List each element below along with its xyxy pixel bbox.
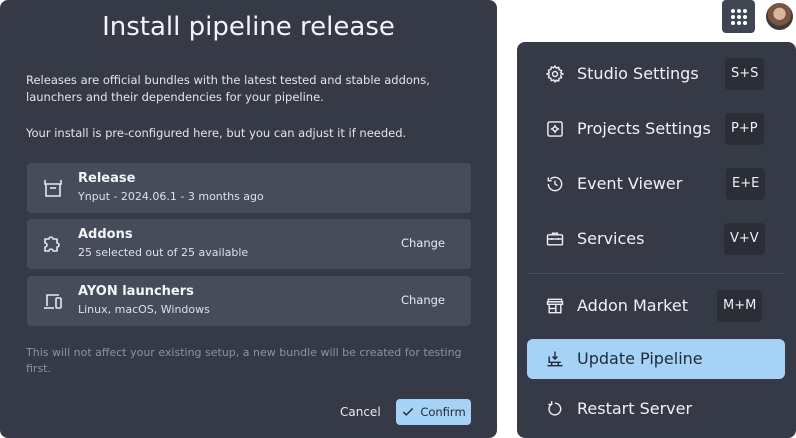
apps-menu: Studio Settings S+S Projects Settings P+… <box>517 42 796 438</box>
apps-grid-icon <box>730 8 747 25</box>
restart-icon <box>545 399 565 419</box>
apps-menu-button[interactable] <box>722 0 755 33</box>
addons-title: Addons <box>78 227 133 242</box>
release-title: Release <box>78 171 136 186</box>
release-row: Release Ynput - 2024.06.1 - 3 months ago <box>27 163 471 213</box>
footnote: This will not affect your existing setup… <box>26 346 462 375</box>
menu-item-label: Restart Server <box>577 399 693 418</box>
confirm-label: Confirm <box>420 405 466 419</box>
cancel-button[interactable]: Cancel <box>334 399 387 425</box>
shortcut-badge: E+E <box>726 168 766 200</box>
shortcut-badge: P+P <box>725 113 764 145</box>
menu-item-services[interactable]: Services V+V <box>527 219 785 259</box>
check-icon <box>403 408 414 416</box>
project-settings-icon <box>545 119 565 139</box>
menu-item-addon-market[interactable]: Addon Market M+M <box>527 286 785 326</box>
shortcut-badge: V+V <box>724 223 765 255</box>
gear-icon <box>545 64 565 84</box>
change-launchers-button[interactable]: Change <box>401 293 445 307</box>
user-avatar[interactable] <box>766 3 793 30</box>
toolbox-icon <box>545 229 565 249</box>
menu-item-label: Studio Settings <box>577 64 699 83</box>
menu-item-label: Event Viewer <box>577 174 683 193</box>
menu-item-label: Update Pipeline <box>577 349 703 368</box>
devices-icon <box>41 289 65 313</box>
shortcut-badge: M+M <box>717 290 763 322</box>
launchers-subtitle: Linux, macOS, Windows <box>78 303 210 316</box>
config-note: Your install is pre-configured here, but… <box>26 126 407 140</box>
menu-item-label: Services <box>577 229 645 248</box>
confirm-button[interactable]: Confirm <box>396 399 471 425</box>
menu-item-restart-server[interactable]: Restart Server <box>527 389 785 429</box>
addons-row: Addons 25 selected out of 25 available C… <box>27 219 471 269</box>
menu-item-event-viewer[interactable]: Event Viewer E+E <box>527 164 785 204</box>
launchers-row: AYON launchers Linux, macOS, Windows Cha… <box>27 276 471 326</box>
install-desktop-icon <box>545 349 565 369</box>
release-box-icon <box>41 176 65 200</box>
addons-subtitle: 25 selected out of 25 available <box>78 246 249 259</box>
menu-item-projects-settings[interactable]: Projects Settings P+P <box>527 109 785 149</box>
install-pipeline-dialog: Install pipeline release Releases are of… <box>0 0 497 438</box>
menu-item-label: Addon Market <box>577 296 688 315</box>
release-subtitle: Ynput - 2024.06.1 - 3 months ago <box>78 190 264 203</box>
store-icon <box>545 296 565 316</box>
menu-item-update-pipeline[interactable]: Update Pipeline <box>527 339 785 379</box>
shortcut-badge: S+S <box>725 58 765 90</box>
launchers-title: AYON launchers <box>78 284 194 299</box>
puzzle-icon <box>41 232 65 256</box>
dialog-title: Install pipeline release <box>102 12 395 42</box>
menu-divider <box>527 273 785 274</box>
history-icon <box>545 174 565 194</box>
menu-item-studio-settings[interactable]: Studio Settings S+S <box>527 54 785 94</box>
change-addons-button[interactable]: Change <box>401 236 445 250</box>
menu-item-label: Projects Settings <box>577 119 711 138</box>
intro-text: Releases are official bundles with the l… <box>26 73 430 104</box>
